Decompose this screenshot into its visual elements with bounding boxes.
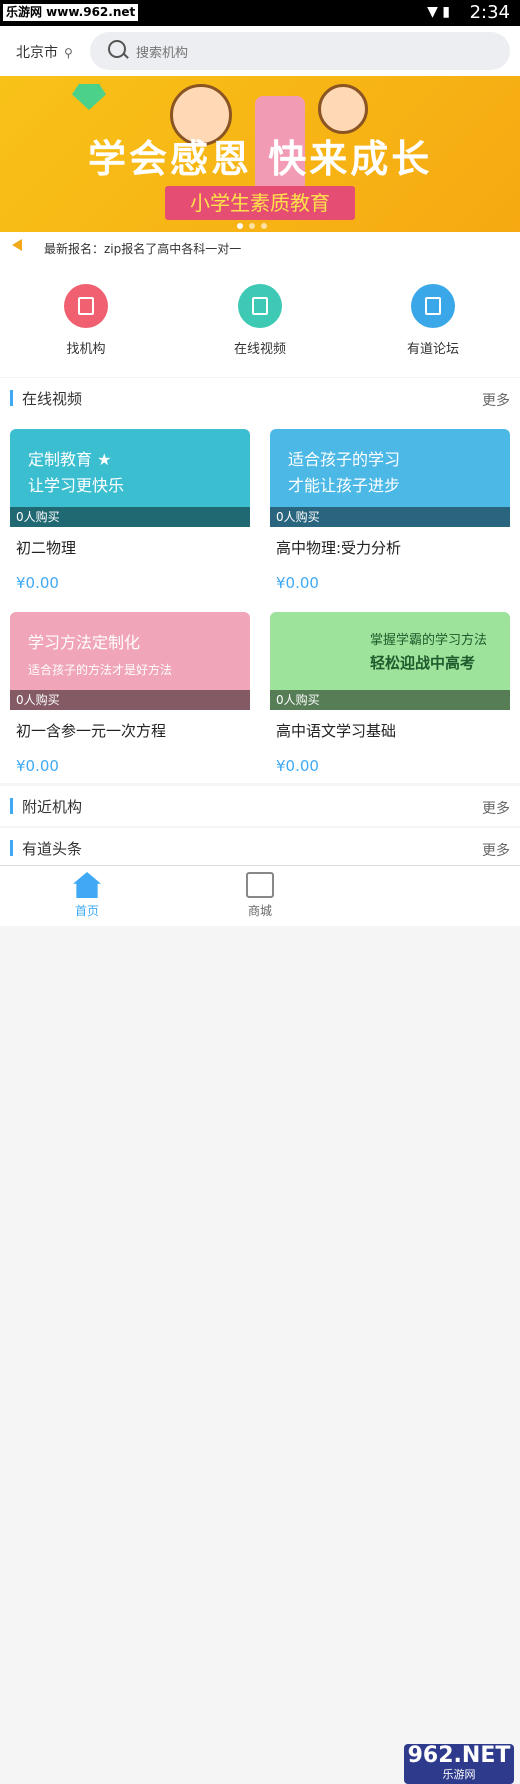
home-icon — [73, 872, 101, 898]
video-thumbnail: 学习方法定制化 适合孩子的方法才是好方法 0人购买 — [10, 612, 250, 710]
video-name: 高中语文学习基础 — [276, 722, 397, 740]
city-selector[interactable]: 北京市 ⚲ — [16, 42, 73, 62]
video-card[interactable]: 学习方法定制化 适合孩子的方法才是好方法 0人购买 初一含参一元一次方程 ¥0.0… — [10, 612, 250, 775]
search-icon — [108, 40, 126, 58]
shop-bag-icon — [246, 872, 274, 898]
video-price: ¥0.00 — [16, 574, 59, 592]
thumbnail-text: 掌握学霸的学习方法 轻松迎战中高考 — [370, 633, 488, 672]
tab-label: 商城 — [247, 904, 272, 918]
cartoon-kid-image — [318, 84, 368, 134]
category-label: 在线视频 — [233, 342, 286, 357]
location-pin-icon: ⚲ — [64, 46, 73, 60]
status-time: 2:34 — [469, 2, 510, 23]
video-thumbnail: 定制教育 ★ 让学习更快乐 0人购买 — [10, 429, 250, 527]
video-card[interactable]: 掌握学霸的学习方法 轻松迎战中高考 0人购买 高中语文学习基础 ¥0.00 — [270, 612, 510, 775]
signal-battery-icons: ▼ ▮ — [427, 4, 450, 20]
forum-icon — [411, 284, 455, 328]
banner-title: 学会感恩 快来成长 — [88, 137, 433, 181]
top-bar: 北京市 ⚲ — [0, 26, 520, 76]
section-nearby: 附近机构 更多 — [0, 786, 520, 826]
buyer-count: 0人购买 — [270, 690, 510, 710]
search-box[interactable] — [90, 32, 510, 70]
video-name: 初一含参一元一次方程 — [16, 722, 167, 740]
category-forum[interactable]: 有道论坛 — [373, 284, 493, 357]
video-thumbnail: 适合孩子的学习 才能让孩子进步 0人购买 — [270, 429, 510, 527]
video-name: 初二物理 — [16, 539, 77, 557]
news-text: 最新报名：zip报名了高中各科一对一 — [44, 242, 242, 256]
gem-decoration — [72, 84, 106, 110]
category-online-video[interactable]: 在线视频 — [200, 284, 320, 357]
section-title: 附近机构 — [22, 798, 83, 816]
section-accent-bar — [10, 798, 13, 814]
institution-icon — [64, 284, 108, 328]
city-label: 北京市 — [16, 45, 58, 61]
more-link[interactable]: 更多 — [482, 840, 510, 860]
video-icon — [238, 284, 282, 328]
video-card[interactable]: 定制教育 ★ 让学习更快乐 0人购买 初二物理 ¥0.00 — [10, 429, 250, 592]
speaker-icon — [12, 239, 22, 251]
promo-banner[interactable]: 学会感恩 快来成长 小学生素质教育 — [0, 76, 520, 232]
carousel-indicator — [234, 214, 270, 232]
tab-home[interactable]: 首页 — [37, 872, 137, 919]
thumbnail-text: 学习方法定制化 适合孩子的方法才是好方法 — [28, 633, 173, 677]
more-link[interactable]: 更多 — [482, 798, 510, 818]
thumbnail-text: 定制教育 ★ 让学习更快乐 — [28, 450, 125, 495]
video-grid: 定制教育 ★ 让学习更快乐 0人购买 初二物理 ¥0.00 适合孩子的学习 才能让孩… — [0, 418, 520, 783]
buyer-count: 0人购买 — [10, 507, 250, 527]
more-link[interactable]: 更多 — [482, 390, 510, 410]
section-accent-bar — [10, 390, 13, 406]
site-watermark: 乐游网 www.962.net — [3, 4, 139, 21]
site-logo-watermark: 962.NET 乐游网 — [404, 1744, 514, 1784]
news-ticker[interactable]: 最新报名：zip报名了高中各科一对一 — [0, 232, 520, 261]
category-label: 找机构 — [66, 342, 106, 357]
category-find-institution[interactable]: 找机构 — [26, 284, 146, 357]
tab-label: 首页 — [74, 904, 99, 918]
section-title: 在线视频 — [22, 390, 83, 408]
bottom-tab-bar: 首页 商城 962.NET 乐游网 — [0, 865, 520, 1784]
category-label: 有道论坛 — [406, 342, 459, 357]
video-name: 高中物理:受力分析 — [276, 539, 402, 557]
section-title: 有道头条 — [22, 840, 83, 858]
section-online-video: 在线视频 更多 — [0, 378, 520, 418]
thumbnail-text: 适合孩子的学习 才能让孩子进步 — [288, 450, 401, 495]
video-thumbnail: 掌握学霸的学习方法 轻松迎战中高考 0人购买 — [270, 612, 510, 710]
video-price: ¥0.00 — [276, 757, 319, 775]
section-accent-bar — [10, 840, 13, 856]
tab-shop[interactable]: 商城 — [210, 872, 310, 919]
section-headlines: 有道头条 更多 — [0, 828, 520, 868]
buyer-count: 0人购买 — [10, 690, 250, 710]
watermark-brand: 962.NET — [407, 1743, 511, 1768]
video-card[interactable]: 适合孩子的学习 才能让孩子进步 0人购买 高中物理:受力分析 ¥0.00 — [270, 429, 510, 592]
buyer-count: 0人购买 — [270, 507, 510, 527]
watermark-sub: 乐游网 — [442, 1768, 476, 1781]
status-bar: 乐游网 www.962.net ▼ ▮ 2:34 — [0, 0, 520, 26]
video-price: ¥0.00 — [276, 574, 319, 592]
search-input[interactable] — [134, 41, 478, 63]
video-price: ¥0.00 — [16, 757, 59, 775]
category-row: 找机构 在线视频 有道论坛 — [0, 260, 520, 377]
